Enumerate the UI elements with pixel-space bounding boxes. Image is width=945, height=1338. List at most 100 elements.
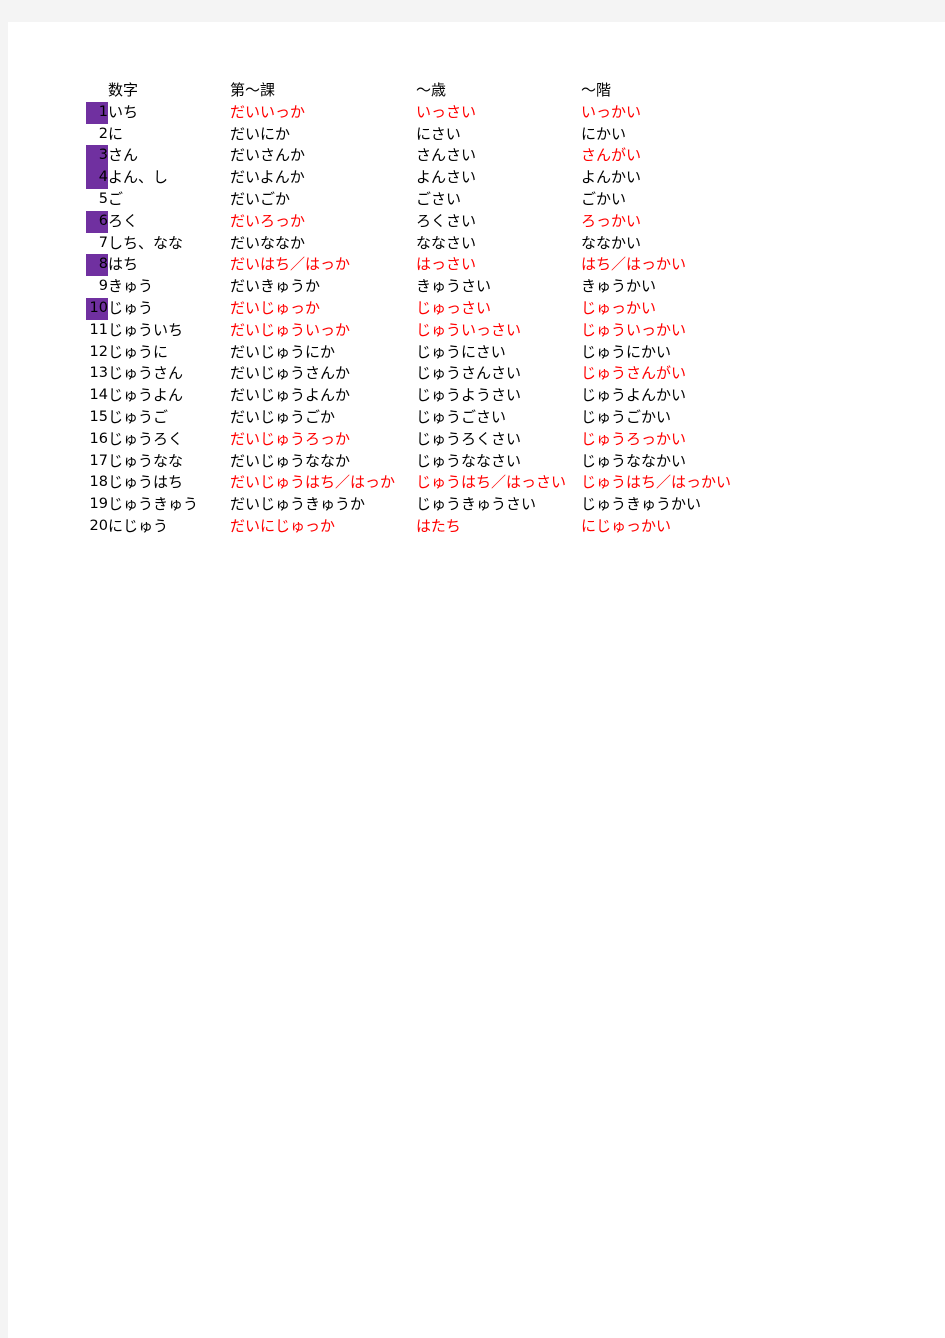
number-reading-cell[interactable]: よん、し [108,167,230,189]
floor-counter-cell[interactable]: さんがい [581,145,811,167]
age-counter-cell[interactable]: にさい [416,124,581,146]
lesson-counter-cell[interactable]: だいじゅうはち／はっか [230,472,416,494]
age-counter-cell[interactable]: じゅうろくさい [416,429,581,451]
number-reading-cell[interactable]: きゅう [108,276,230,298]
row-number-cell[interactable]: 2 [86,124,108,146]
lesson-counter-cell[interactable]: だいななか [230,233,416,255]
age-counter-cell[interactable]: じゅうごさい [416,407,581,429]
age-counter-cell[interactable]: ななさい [416,233,581,255]
age-counter-cell[interactable]: じゅうにさい [416,342,581,364]
lesson-counter-cell[interactable]: だいはち／はっか [230,254,416,276]
lesson-counter-cell[interactable]: だいじゅうよんか [230,385,416,407]
row-number-cell[interactable]: 19 [86,494,108,516]
age-counter-cell[interactable]: よんさい [416,167,581,189]
row-number-cell[interactable]: 11 [86,320,108,342]
number-reading-cell[interactable]: じゅうろく [108,429,230,451]
age-counter-cell[interactable]: ろくさい [416,211,581,233]
age-counter-cell[interactable]: じゅうななさい [416,451,581,473]
age-counter-cell[interactable]: じゅっさい [416,298,581,320]
row-number-cell[interactable]: 18 [86,472,108,494]
row-number-cell[interactable]: 14 [86,385,108,407]
floor-counter-cell[interactable]: にじゅっかい [581,516,811,538]
age-counter-cell[interactable]: じゅうはち／はっさい [416,472,581,494]
lesson-counter-cell[interactable]: だいじゅうごか [230,407,416,429]
floor-counter-cell[interactable]: にかい [581,124,811,146]
row-number-cell[interactable]: 9 [86,276,108,298]
row-number-cell[interactable]: 12 [86,342,108,364]
lesson-counter-cell[interactable]: だいいっか [230,102,416,124]
floor-counter-cell[interactable]: じゅうななかい [581,451,811,473]
number-reading-cell[interactable]: じゅうきゅう [108,494,230,516]
age-counter-cell[interactable]: ごさい [416,189,581,211]
number-reading-cell[interactable]: じゅうに [108,342,230,364]
lesson-counter-cell[interactable]: だいじゅうにか [230,342,416,364]
floor-counter-cell[interactable]: じゅういっかい [581,320,811,342]
number-reading-cell[interactable]: しち、なな [108,233,230,255]
number-reading-cell[interactable]: さん [108,145,230,167]
lesson-counter-cell[interactable]: だいじゅうきゅうか [230,494,416,516]
row-number-cell[interactable]: 1 [86,101,108,124]
floor-counter-cell[interactable]: きゅうかい [581,276,811,298]
number-reading-cell[interactable]: じゅうさん [108,363,230,385]
number-reading-cell[interactable]: じゅうご [108,407,230,429]
number-reading-cell[interactable]: じゅういち [108,320,230,342]
age-counter-cell[interactable]: じゅうようさい [416,385,581,407]
lesson-counter-cell[interactable]: だいにか [230,124,416,146]
age-counter-cell[interactable]: はたち [416,516,581,538]
lesson-counter-cell[interactable]: だいさんか [230,145,416,167]
row-number-cell[interactable]: 20 [86,516,108,538]
number-reading-cell[interactable]: に [108,124,230,146]
number-reading-cell[interactable]: はち [108,254,230,276]
age-counter-cell[interactable]: いっさい [416,102,581,124]
floor-counter-cell[interactable]: じゅうにかい [581,342,811,364]
age-counter-cell[interactable]: さんさい [416,145,581,167]
number-reading-cell[interactable]: いち [108,102,230,124]
lesson-counter-cell[interactable]: だいろっか [230,211,416,233]
lesson-counter-cell[interactable]: だいじゅういっか [230,320,416,342]
lesson-counter-cell[interactable]: だいよんか [230,167,416,189]
row-number-cell[interactable]: 15 [86,407,108,429]
row-number-cell[interactable]: 3 [86,145,108,168]
floor-counter-cell[interactable]: いっかい [581,102,811,124]
number-reading-cell[interactable]: にじゅう [108,516,230,538]
row-number-cell[interactable]: 8 [86,254,108,277]
floor-counter-cell[interactable]: じゅうはち／はっかい [581,472,811,494]
number-reading-cell[interactable]: じゅうはち [108,472,230,494]
lesson-counter-cell[interactable]: だいじゅうななか [230,451,416,473]
row-number-cell[interactable]: 5 [86,189,108,211]
age-counter-cell[interactable]: はっさい [416,254,581,276]
floor-counter-cell[interactable]: じゅうごかい [581,407,811,429]
lesson-counter-cell[interactable]: だいにじゅっか [230,516,416,538]
floor-counter-cell[interactable]: はち／はっかい [581,254,811,276]
row-number-cell[interactable]: 4 [86,167,108,189]
floor-counter-cell[interactable]: じゅうきゅうかい [581,494,811,516]
number-reading-cell[interactable]: じゅうなな [108,451,230,473]
floor-counter-cell[interactable]: ろっかい [581,211,811,233]
row-number-cell[interactable]: 6 [86,210,108,233]
row-number-cell[interactable]: 10 [86,297,108,320]
floor-counter-cell[interactable]: じゅうよんかい [581,385,811,407]
row-number-cell[interactable]: 7 [86,233,108,255]
number-reading-cell[interactable]: ろく [108,211,230,233]
floor-counter-cell[interactable]: じゅうさんがい [581,363,811,385]
age-counter-cell[interactable]: きゅうさい [416,276,581,298]
age-counter-cell[interactable]: じゅうさんさい [416,363,581,385]
floor-counter-cell[interactable]: よんかい [581,167,811,189]
row-number-cell[interactable]: 16 [86,429,108,451]
lesson-counter-cell[interactable]: だいじゅうさんか [230,363,416,385]
number-reading-cell[interactable]: ご [108,189,230,211]
lesson-counter-cell[interactable]: だいごか [230,189,416,211]
floor-counter-cell[interactable]: ごかい [581,189,811,211]
floor-counter-cell[interactable]: ななかい [581,233,811,255]
lesson-counter-cell[interactable]: だいきゅうか [230,276,416,298]
floor-counter-cell[interactable]: じゅうろっかい [581,429,811,451]
floor-counter-cell[interactable]: じゅっかい [581,298,811,320]
number-reading-cell[interactable]: じゅう [108,298,230,320]
number-reading-cell[interactable]: じゅうよん [108,385,230,407]
lesson-counter-cell[interactable]: だいじゅっか [230,298,416,320]
age-counter-cell[interactable]: じゅうきゅうさい [416,494,581,516]
age-counter-cell[interactable]: じゅういっさい [416,320,581,342]
row-number-cell[interactable]: 13 [86,363,108,385]
lesson-counter-cell[interactable]: だいじゅうろっか [230,429,416,451]
row-number-cell[interactable]: 17 [86,451,108,473]
